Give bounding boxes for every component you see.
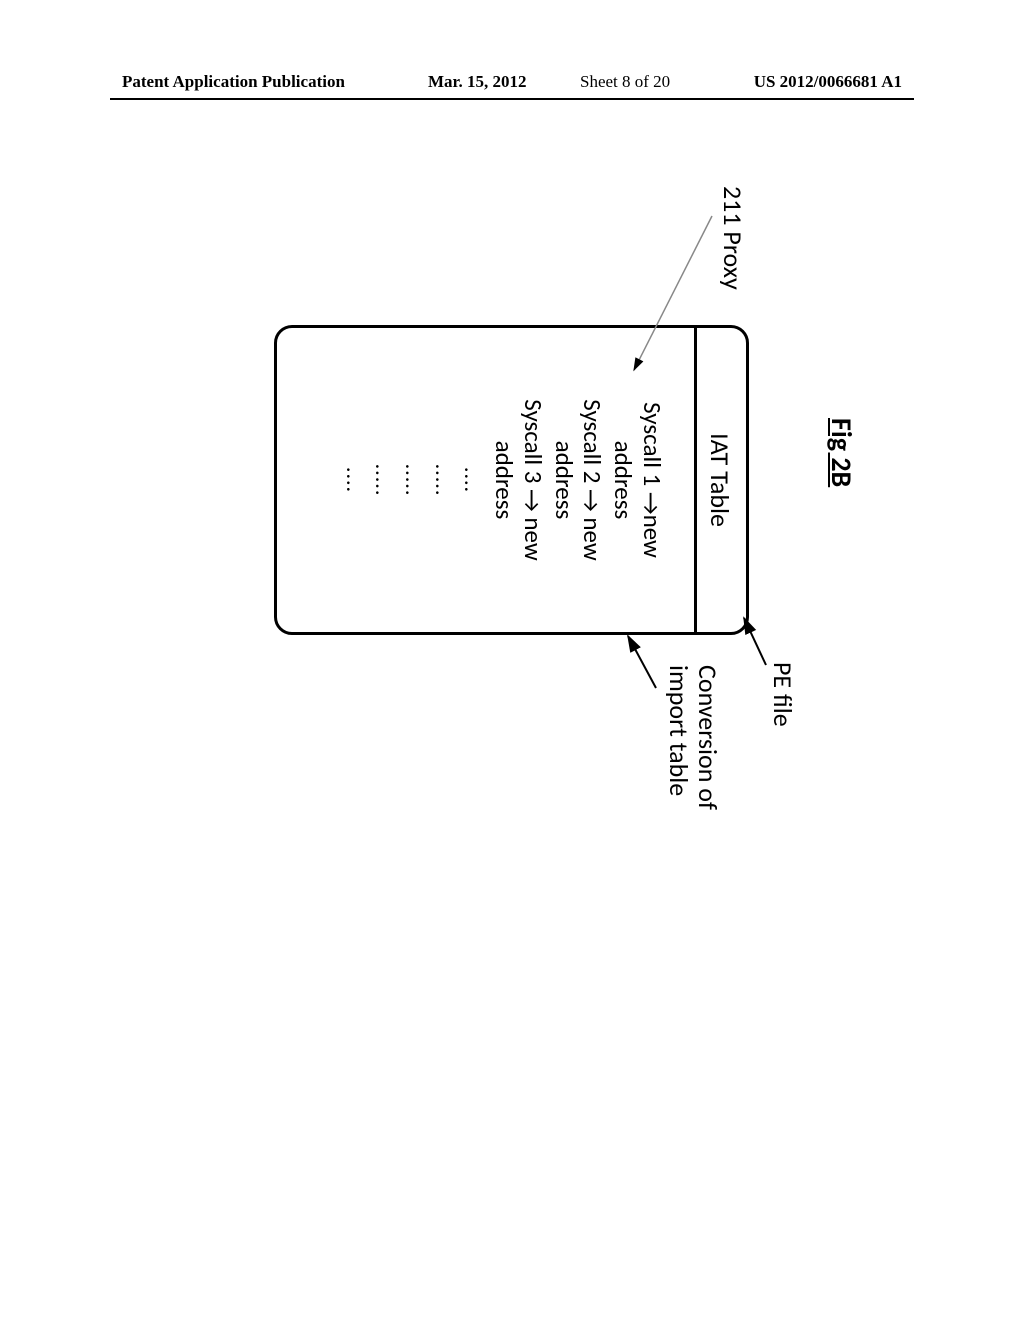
conversion-label: Conversion of import table [665, 665, 722, 810]
ellipsis-row: ..... [398, 338, 428, 622]
iat-table-body: Syscall 1 →new address Syscall 2 → new a… [329, 328, 694, 632]
arrow-right-icon: → [517, 489, 546, 512]
syscall-sub: address [549, 441, 580, 520]
arrow-right-icon: → [577, 489, 606, 512]
syscall-right: new [578, 517, 609, 560]
ellipsis-row: .... [339, 338, 369, 622]
proxy-label: 211 Proxy [717, 186, 749, 290]
syscall-sub: address [489, 441, 520, 520]
figure-canvas: Fig 2B PE file 211 Proxy Conversion of i… [0, 0, 1024, 1024]
conversion-label-line1: Conversion of [692, 665, 724, 810]
pe-file-label: PE file [767, 662, 799, 727]
arrow-conversion [628, 636, 656, 688]
iat-table-box: IAT Table Syscall 1 →new address Syscall… [274, 325, 749, 635]
arrow-right-icon: → [636, 492, 665, 515]
syscall-row: Syscall 1 →new address [609, 338, 667, 622]
arrow-pe-file [744, 618, 766, 665]
syscall-right: new [518, 517, 549, 560]
iat-table-header: IAT Table [694, 328, 746, 632]
syscall-row: Syscall 3 → new address [490, 338, 548, 622]
syscall-left: Syscall 2 [578, 399, 609, 483]
conversion-label-line2: import table [663, 665, 695, 796]
figure-title: Fig 2B [824, 418, 859, 487]
syscall-row: Syscall 2 → new address [549, 338, 607, 622]
ellipsis-row: ..... [369, 338, 399, 622]
syscall-left: Syscall 3 [518, 399, 549, 483]
syscall-sub: address [608, 441, 639, 520]
ellipsis-row: ..... [428, 338, 458, 622]
syscall-left: Syscall 1 [637, 402, 668, 486]
syscall-right: new [637, 515, 668, 558]
ellipsis-row: .... [458, 338, 488, 622]
